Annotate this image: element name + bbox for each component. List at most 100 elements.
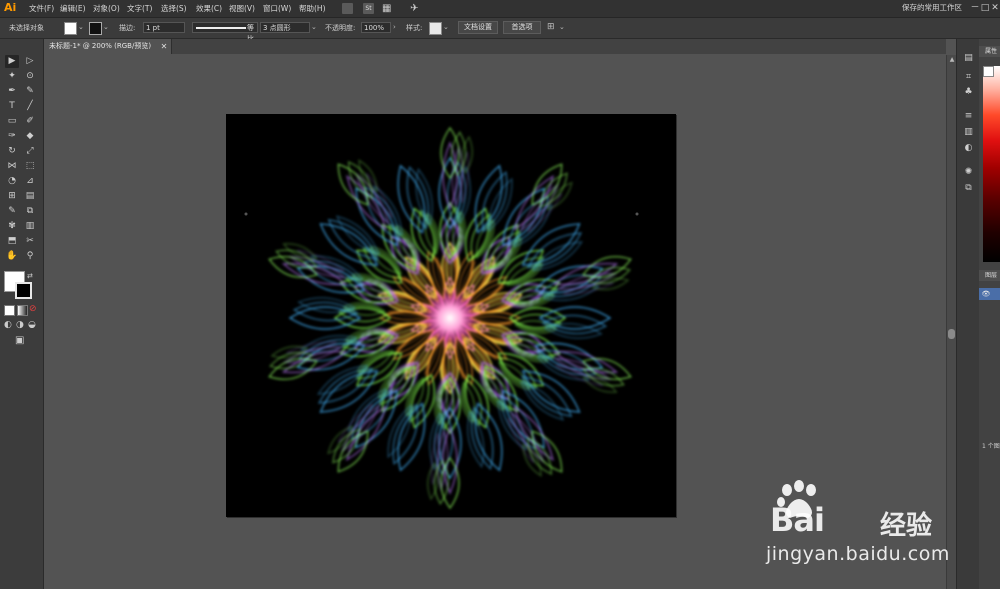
- color-panel-tab[interactable]: 属性: [979, 46, 1000, 57]
- gradient-tool-icon[interactable]: ▤: [23, 190, 37, 203]
- symbol-sprayer-tool-icon[interactable]: ✾: [5, 220, 19, 233]
- registration-dot: [244, 212, 248, 216]
- arrange-icon[interactable]: ▦: [382, 3, 393, 14]
- maximize-icon[interactable]: □: [980, 2, 990, 14]
- visibility-eye-icon[interactable]: 👁: [981, 288, 991, 300]
- menu-file[interactable]: 文件(F): [29, 3, 54, 14]
- chevron-down-icon[interactable]: ⌄: [103, 22, 110, 33]
- selection-tool-icon[interactable]: ▶: [5, 55, 19, 68]
- brush-definition[interactable]: 3 点圆形: [260, 22, 310, 33]
- menu-bar: Ai 文件(F) 编辑(E) 对象(O) 文字(T) 选择(S) 效果(C) 视…: [0, 0, 1000, 18]
- mesh-tool-icon[interactable]: ⊞: [5, 190, 19, 203]
- slice-tool-icon[interactable]: ✂: [23, 235, 37, 248]
- layer-row[interactable]: 👁: [979, 288, 1000, 300]
- free-transform-tool-icon[interactable]: ⬚: [23, 160, 37, 173]
- gpu-icon[interactable]: ✈: [410, 3, 421, 14]
- pen-tool-icon[interactable]: ✒: [5, 85, 19, 98]
- scale-tool-icon[interactable]: ⤢: [23, 145, 37, 158]
- registration-dot: [635, 212, 639, 216]
- stroke-label: 描边:: [119, 24, 136, 32]
- close-tab-icon[interactable]: ✕: [159, 41, 169, 52]
- none-mode-icon[interactable]: ⊘: [29, 304, 39, 315]
- layer-count: 1 个图: [982, 443, 1000, 450]
- transparency-icon[interactable]: ◐: [963, 143, 974, 154]
- document-tab-title: 未标题-1* @ 200% (RGB/预览): [49, 42, 152, 50]
- document-tab[interactable]: 未标题-1* @ 200% (RGB/预览) ✕: [44, 39, 172, 54]
- shape-builder-tool-icon[interactable]: ◔: [5, 175, 19, 188]
- stroke-swatch[interactable]: [89, 22, 102, 35]
- preferences-button[interactable]: 首选项: [503, 21, 541, 34]
- width-tool-icon[interactable]: ⋈: [5, 160, 19, 173]
- scrollbar-thumb[interactable]: [948, 329, 955, 339]
- stroke-panel-icon[interactable]: ≡: [963, 111, 974, 122]
- art-stroke: [531, 430, 563, 473]
- menu-window[interactable]: 窗口(W): [263, 3, 291, 14]
- color-spectrum[interactable]: [983, 66, 1000, 262]
- fill-swatch[interactable]: [64, 22, 77, 35]
- opacity-label: 不透明度:: [325, 24, 356, 32]
- properties-icon[interactable]: ⌗: [963, 72, 974, 83]
- draw-inside-icon[interactable]: ◒: [28, 320, 38, 331]
- art-stroke: [531, 163, 563, 206]
- menu-object[interactable]: 对象(O): [93, 3, 120, 14]
- color-mode-icon[interactable]: [4, 305, 15, 316]
- paintbrush-tool-icon[interactable]: ✐: [23, 115, 37, 128]
- menu-type[interactable]: 文字(T): [127, 3, 152, 14]
- rotate-tool-icon[interactable]: ↻: [5, 145, 19, 158]
- eyedropper-tool-icon[interactable]: ✎: [5, 205, 19, 218]
- menu-effect[interactable]: 效果(C): [196, 3, 222, 14]
- blend-tool-icon[interactable]: ⧉: [23, 205, 37, 218]
- export-icon[interactable]: ⧉: [963, 183, 974, 194]
- swap-fill-stroke-icon[interactable]: ⇄: [27, 271, 37, 281]
- shaper-tool-icon[interactable]: ✑: [5, 130, 19, 143]
- stroke-weight-field[interactable]: 1 pt: [143, 22, 185, 33]
- chevron-right-icon[interactable]: ›: [393, 22, 400, 33]
- transform-icon[interactable]: ⊞: [547, 22, 557, 33]
- hand-tool-icon[interactable]: ✋: [5, 250, 19, 263]
- draw-behind-icon[interactable]: ◑: [16, 320, 26, 331]
- rectangle-tool-icon[interactable]: ▭: [5, 115, 19, 128]
- bridge-icon[interactable]: [342, 3, 353, 14]
- stock-icon[interactable]: St: [363, 3, 374, 14]
- perspective-tool-icon[interactable]: ⊿: [23, 175, 37, 188]
- menu-edit[interactable]: 编辑(E): [60, 3, 86, 14]
- zoom-tool-icon[interactable]: ⚲: [23, 250, 37, 263]
- variable-width-profile[interactable]: 等比: [192, 22, 258, 43]
- document-setup-button[interactable]: 文档设置: [458, 21, 498, 34]
- eraser-tool-icon[interactable]: ◆: [23, 130, 37, 143]
- type-tool-icon[interactable]: T: [5, 100, 19, 113]
- chevron-down-icon[interactable]: ⌄: [559, 22, 566, 33]
- column-graph-tool-icon[interactable]: ▥: [23, 220, 37, 233]
- draw-normal-icon[interactable]: ◐: [4, 320, 14, 331]
- lasso-tool-icon[interactable]: ⊙: [23, 70, 37, 83]
- minimize-icon[interactable]: －: [970, 2, 980, 14]
- workspace-switcher[interactable]: 保存的常用工作区: [902, 2, 968, 14]
- artboard-tool-icon[interactable]: ⬒: [5, 235, 19, 248]
- menu-help[interactable]: 帮助(H): [299, 3, 326, 14]
- kaleidoscope-artwork: [244, 126, 639, 510]
- screen-mode-icon[interactable]: ▣: [15, 335, 27, 346]
- close-window-icon[interactable]: ✕: [990, 2, 1000, 14]
- layers-panel-tab[interactable]: 图层: [979, 270, 1000, 281]
- direct-selection-tool-icon[interactable]: ▷: [23, 55, 37, 68]
- stroke-color-box[interactable]: [15, 282, 32, 299]
- menu-select[interactable]: 选择(S): [161, 3, 187, 14]
- none-swatch[interactable]: [983, 66, 994, 77]
- opacity-field[interactable]: 100%: [361, 22, 391, 33]
- art-stroke: [337, 430, 369, 473]
- menu-view[interactable]: 视图(V): [229, 3, 255, 14]
- graphic-style-swatch[interactable]: [429, 22, 442, 35]
- line-tool-icon[interactable]: ╱: [23, 100, 37, 113]
- appearance-icon[interactable]: ✺: [963, 167, 974, 178]
- panel-dock: ▤ ⌗ ♣ ≡ ▥ ◐ ✺ ⧉: [956, 39, 979, 589]
- gradient-panel-icon[interactable]: ▥: [963, 127, 974, 138]
- artboard[interactable]: [226, 114, 676, 517]
- curvature-tool-icon[interactable]: ✎: [23, 85, 37, 98]
- art-stroke: [582, 256, 632, 278]
- chevron-down-icon[interactable]: ⌄: [443, 22, 450, 33]
- chevron-down-icon[interactable]: ⌄: [311, 22, 318, 33]
- club-icon[interactable]: ♣: [963, 87, 974, 98]
- gradient-mode-icon[interactable]: [17, 305, 28, 316]
- magic-wand-tool-icon[interactable]: ✦: [5, 70, 19, 83]
- libraries-icon[interactable]: ▤: [963, 53, 974, 64]
